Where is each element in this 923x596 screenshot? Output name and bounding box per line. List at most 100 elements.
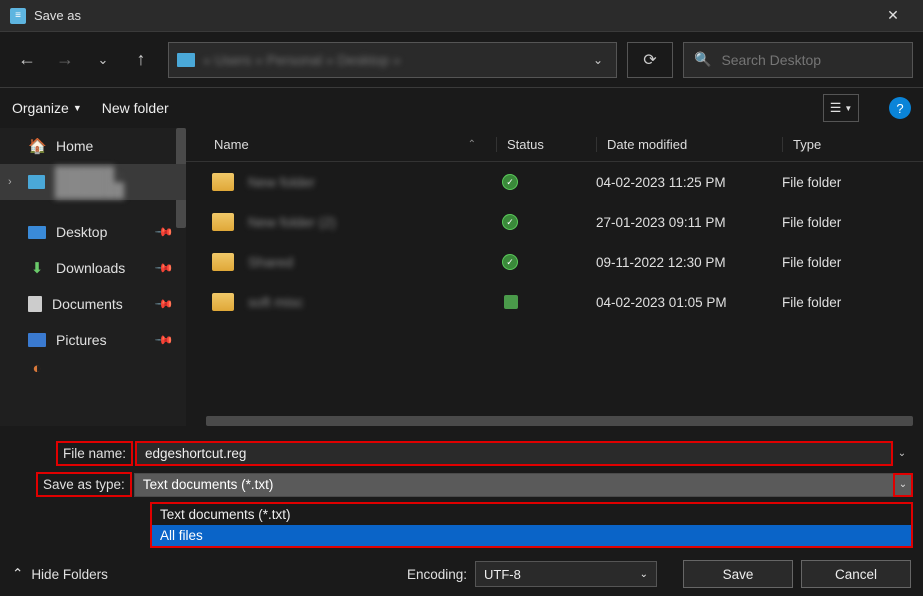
app-icon: ≡ bbox=[10, 8, 26, 24]
encoding-select[interactable]: UTF-8 ⌄ bbox=[475, 561, 657, 587]
file-status bbox=[496, 295, 596, 309]
horizontal-scrollbar[interactable] bbox=[206, 416, 913, 426]
documents-icon bbox=[28, 296, 42, 312]
sync-status-icon: ✓ bbox=[502, 214, 518, 230]
col-name[interactable]: Name ⌃ bbox=[186, 137, 496, 152]
table-row[interactable]: New folder (2) ✓ 27-01-2023 09:11 PMFile f… bbox=[186, 202, 923, 242]
sidebar-label: Documents bbox=[52, 296, 123, 312]
pin-icon[interactable]: 📌 bbox=[154, 258, 174, 278]
sidebar-item-documents[interactable]: Documents 📌 bbox=[0, 286, 186, 322]
save-type-select[interactable]: Text documents (*.txt) ⌄ bbox=[134, 473, 913, 497]
expand-icon[interactable]: › bbox=[8, 176, 12, 188]
nav-row: ← → ⌄ ↑ « Users » Personal » Desktop » ⌄… bbox=[0, 32, 923, 88]
save-type-value: Text documents (*.txt) bbox=[134, 473, 913, 497]
col-type[interactable]: Type bbox=[782, 137, 923, 152]
file-name: New folder (2) bbox=[248, 214, 496, 230]
sidebar-label: Home bbox=[56, 138, 93, 154]
table-row[interactable]: Shared✓09-11-2022 12:30 PMFile folder bbox=[186, 242, 923, 282]
up-button[interactable]: ↑ bbox=[124, 43, 158, 77]
address-text: « Users » Personal » Desktop » bbox=[203, 52, 580, 68]
col-status[interactable]: Status bbox=[496, 137, 596, 152]
file-name-input[interactable] bbox=[135, 441, 893, 466]
sidebar-label: ██████ · ███████ bbox=[55, 166, 186, 198]
folder-icon bbox=[28, 175, 45, 189]
cancel-button[interactable]: Cancel bbox=[801, 560, 911, 588]
folder-icon bbox=[212, 253, 234, 271]
pin-icon[interactable]: 📌 bbox=[154, 294, 174, 314]
save-type-dropdown-list: Text documents (*.txt) All files bbox=[150, 502, 913, 548]
save-panel: File name: ⌄ Save as type: Text document… bbox=[0, 426, 923, 596]
chevron-down-icon: ▼ bbox=[73, 103, 82, 113]
toolbar: Organize ▼ New folder ☰ ▼ ? bbox=[0, 88, 923, 128]
table-row[interactable]: New folder ✓ 04-02-2023 11:25 PMFile folde… bbox=[186, 162, 923, 202]
back-button[interactable]: ← bbox=[10, 43, 44, 77]
encoding-label: Encoding: bbox=[407, 567, 467, 582]
col-date[interactable]: Date modified bbox=[596, 137, 782, 152]
table-row[interactable]: soft misc 04-02-2023 01:05 PMFile folder bbox=[186, 282, 923, 322]
downloads-icon: ⬇ bbox=[28, 259, 46, 277]
file-name-history-dropdown[interactable]: ⌄ bbox=[893, 448, 911, 459]
organize-menu[interactable]: Organize ▼ bbox=[12, 100, 82, 116]
file-type: File folder bbox=[782, 255, 923, 270]
chevron-up-icon: ⌃ bbox=[12, 566, 23, 582]
refresh-button[interactable]: ⟳ bbox=[627, 42, 673, 78]
save-button[interactable]: Save bbox=[683, 560, 793, 588]
close-button[interactable]: ✕ bbox=[873, 7, 913, 24]
file-type: File folder bbox=[782, 295, 923, 310]
folder-icon bbox=[212, 173, 234, 191]
forward-button[interactable]: → bbox=[48, 43, 82, 77]
desktop-icon bbox=[28, 226, 46, 239]
pin-icon[interactable]: 📌 bbox=[154, 330, 174, 350]
file-name: New folder bbox=[248, 174, 496, 190]
file-type: File folder bbox=[782, 175, 923, 190]
help-button[interactable]: ? bbox=[889, 97, 911, 119]
sidebar-item-pictures[interactable]: Pictures 📌 bbox=[0, 322, 186, 358]
sidebar-item-user[interactable]: › ██████ · ███████ bbox=[0, 164, 186, 200]
dropdown-option-txt[interactable]: Text documents (*.txt) bbox=[152, 504, 911, 525]
file-name: soft misc bbox=[248, 294, 496, 310]
encoding-value: UTF-8 bbox=[484, 567, 521, 582]
file-list: Name ⌃ Status Date modified Type New fol… bbox=[186, 128, 923, 426]
pictures-icon bbox=[28, 333, 46, 347]
sidebar: 🏠 Home › ██████ · ███████ Desktop 📌 ⬇ Do… bbox=[0, 128, 186, 426]
file-date: 04-02-2023 11:25 PM bbox=[596, 175, 782, 190]
hide-folders-toggle[interactable]: ⌃ Hide Folders bbox=[12, 566, 108, 582]
sidebar-item-desktop[interactable]: Desktop 📌 bbox=[0, 214, 186, 250]
main-area: 🏠 Home › ██████ · ███████ Desktop 📌 ⬇ Do… bbox=[0, 128, 923, 426]
save-type-label: Save as type: bbox=[36, 472, 132, 497]
column-headers: Name ⌃ Status Date modified Type bbox=[186, 128, 923, 162]
sidebar-item-home[interactable]: 🏠 Home bbox=[0, 128, 186, 164]
window-title: Save as bbox=[34, 8, 873, 23]
file-type: File folder bbox=[782, 215, 923, 230]
sidebar-label: Desktop bbox=[56, 224, 107, 240]
file-date: 04-02-2023 01:05 PM bbox=[596, 295, 782, 310]
file-status: ✓ bbox=[496, 214, 596, 230]
save-type-dropdown-arrow[interactable]: ⌄ bbox=[893, 473, 913, 497]
file-name-label: File name: bbox=[56, 441, 133, 466]
address-bar[interactable]: « Users » Personal » Desktop » ⌄ bbox=[168, 42, 617, 78]
hide-folders-label: Hide Folders bbox=[31, 567, 108, 582]
folder-icon bbox=[212, 293, 234, 311]
file-status: ✓ bbox=[496, 174, 596, 190]
file-name: Shared bbox=[248, 254, 496, 270]
new-folder-button[interactable]: New folder bbox=[102, 100, 169, 116]
search-box[interactable]: 🔍 bbox=[683, 42, 913, 78]
recent-dropdown[interactable]: ⌄ bbox=[86, 43, 120, 77]
file-status: ✓ bbox=[496, 254, 596, 270]
sidebar-item-more[interactable]: ◐ bbox=[0, 358, 186, 378]
sidebar-item-downloads[interactable]: ⬇ Downloads 📌 bbox=[0, 250, 186, 286]
search-icon: 🔍 bbox=[694, 51, 711, 68]
sidebar-label: Pictures bbox=[56, 332, 107, 348]
sync-status-icon: ✓ bbox=[502, 254, 518, 270]
search-input[interactable] bbox=[721, 52, 902, 68]
sync-status-icon: ✓ bbox=[502, 174, 518, 190]
sidebar-label: Downloads bbox=[56, 260, 125, 276]
dropdown-option-allfiles[interactable]: All files bbox=[152, 525, 911, 546]
organize-label: Organize bbox=[12, 100, 69, 116]
home-icon: 🏠 bbox=[28, 137, 46, 155]
address-dropdown[interactable]: ⌄ bbox=[588, 53, 608, 67]
view-options-button[interactable]: ☰ ▼ bbox=[823, 94, 859, 122]
file-date: 27-01-2023 09:11 PM bbox=[596, 215, 782, 230]
pin-icon[interactable]: 📌 bbox=[154, 222, 174, 242]
folder-icon bbox=[212, 213, 234, 231]
